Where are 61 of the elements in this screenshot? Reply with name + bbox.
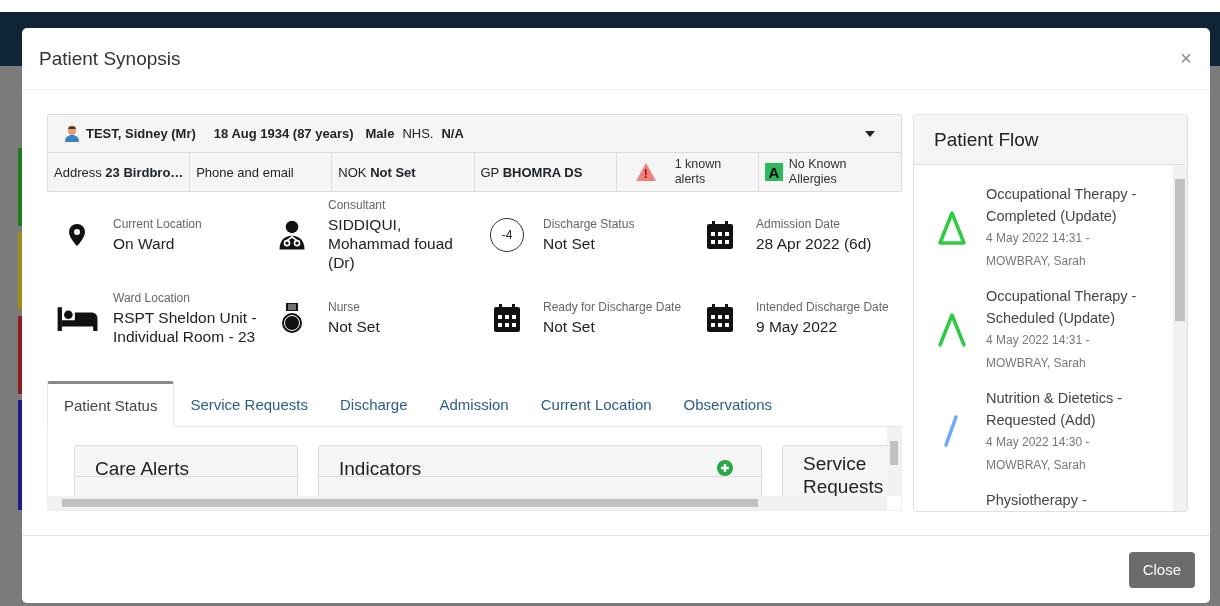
field-label: Nurse	[328, 300, 361, 314]
field-label: Admission Date	[756, 216, 842, 231]
flow-entry-meta: 4 May 2022 14:31 - MOWBRAY, Sarah	[986, 332, 1091, 372]
field-value: 9 May 2022	[756, 317, 838, 336]
dialog-title: Patient Synopsis	[39, 47, 181, 70]
nhs-label: NHS.	[402, 126, 434, 141]
flow-entry-title: Physiotherapy -	[986, 491, 1088, 510]
horizontal-scrollbar[interactable]	[48, 496, 887, 510]
field-value: Not Set	[543, 233, 596, 253]
field-label: Ward Location	[113, 290, 191, 305]
flow-entry-meta: 4 May 2022 14:30 - MOWBRAY, Sarah	[986, 434, 1091, 474]
field-label: Consultant	[328, 197, 387, 212]
calendar-icon	[705, 218, 735, 251]
triangle-icon	[936, 209, 968, 247]
detail-text: NOK Not Set	[338, 164, 416, 180]
flow-entry-title: Occupational Therapy - Completed (Update)	[986, 185, 1138, 226]
flow-entry-title: Occupational Therapy - Scheduled (Update)	[986, 287, 1138, 328]
tab[interactable]: Discharge	[323, 381, 424, 427]
warning-icon: !	[634, 162, 657, 182]
flow-entry-meta: 4 May 2022 14:31 - MOWBRAY, Sarah	[986, 230, 1091, 270]
detail-text: Address 23 Birdbro…	[54, 164, 184, 180]
field-label: Ready for Discharge Date	[543, 300, 682, 314]
add-icon[interactable]	[717, 460, 733, 476]
field-label: Intended Discharge Date	[756, 300, 889, 314]
tab[interactable]: Observations	[667, 381, 788, 427]
caret-icon[interactable]	[865, 129, 875, 138]
field-value: 28 Apr 2022 (6d)	[756, 233, 872, 253]
detail-text: Phone and email	[196, 164, 294, 180]
field-value: Not Set	[543, 317, 596, 336]
panel-title: Patient Flow	[934, 128, 1039, 151]
detail-text: GP BHOMRA DS	[480, 164, 583, 180]
tab[interactable]: Patient Status	[47, 381, 175, 427]
field-value: RSPT Sheldon Unit - Individual Room - 23	[113, 307, 258, 346]
date-of-birth: 18 Aug 1934 (87 years)	[213, 126, 354, 141]
tab[interactable]: Admission	[423, 381, 525, 427]
allergies-text: No Known Allergies	[788, 157, 848, 187]
person-icon	[64, 125, 80, 142]
close-button[interactable]: ×	[1176, 47, 1196, 70]
field-value: Not Set	[328, 317, 380, 336]
calendar-icon	[705, 302, 735, 334]
field-label: Current Location	[113, 216, 202, 231]
caret-up-icon	[936, 311, 968, 349]
card-title: Indicators	[339, 457, 422, 480]
close-button[interactable]: Close	[1128, 551, 1195, 588]
patient-sex: Male	[365, 126, 395, 141]
field-value: On Ward	[113, 233, 176, 253]
field-value: SIDDIQUI, Mohammad fouad (Dr)	[328, 214, 454, 272]
calendar-icon	[492, 302, 522, 334]
patient-name: TEST, Sidney (Mr)	[86, 126, 196, 141]
tab[interactable]: Service Requests	[174, 381, 324, 427]
field-label: Discharge Status	[543, 216, 635, 231]
tab[interactable]: Current Location	[524, 381, 668, 427]
alerts-text: 1 known alerts	[674, 157, 723, 187]
vertical-scrollbar[interactable]	[887, 427, 901, 496]
bed-icon	[56, 304, 98, 332]
nurse-badge-icon	[280, 302, 304, 334]
vertical-scrollbar[interactable]	[1173, 165, 1187, 511]
card-title: Care Alerts	[95, 457, 189, 480]
flow-entry-title: Nutrition & Dietetics - Requested (Add)	[986, 389, 1124, 430]
nhs-number: N/A	[441, 126, 464, 141]
allergy-badge: A	[764, 163, 783, 181]
